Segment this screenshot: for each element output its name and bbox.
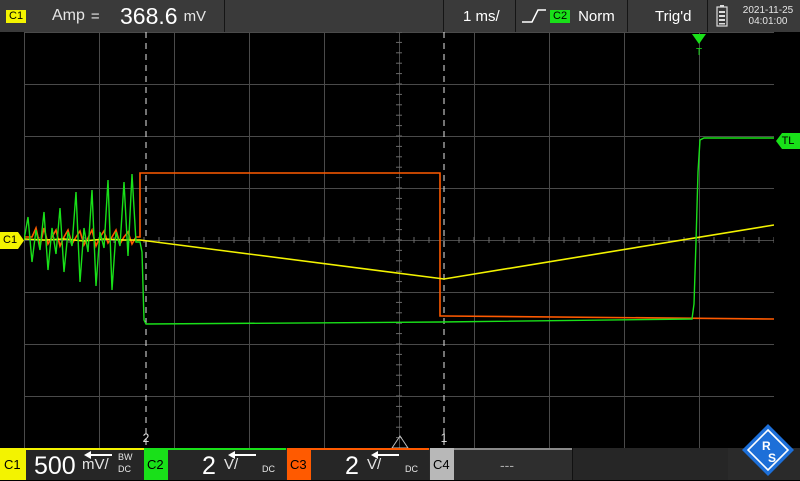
waveform-display[interactable]: T 2 1 (24, 32, 774, 448)
ch4-badge[interactable]: C4 (430, 448, 454, 480)
timebase-control[interactable]: 1 ms/ (463, 0, 500, 32)
ch3-arrow-icon (371, 451, 399, 459)
ch4-value: --- (500, 457, 514, 473)
rising-edge-icon (522, 9, 546, 23)
measurement-label[interactable]: Amp = (52, 0, 100, 32)
ch1-badge[interactable]: C1 (0, 448, 26, 480)
measurement-channel-label: C1 (6, 9, 27, 23)
battery-icon (716, 5, 728, 27)
trigger-status[interactable]: Trig'd (655, 0, 691, 32)
divider (443, 0, 444, 32)
trigger-setup[interactable]: C2 Norm (520, 0, 615, 32)
empty-slot (572, 448, 728, 480)
trigger-level-label[interactable]: TL (776, 133, 800, 149)
trigger-state: Trig'd (655, 7, 692, 25)
divider (224, 0, 225, 32)
ch1-coupling: DC (118, 464, 131, 474)
ch3-badge[interactable]: C3 (287, 448, 311, 480)
ch3-coupling: DC (405, 464, 418, 474)
ch2-coupling: DC (262, 464, 275, 474)
top-status-bar: C1 Amp = 368.6 mV 1 ms/ C2 Norm Trig'd 2… (0, 0, 800, 32)
svg-text:T: T (696, 47, 702, 58)
divider (627, 0, 628, 32)
ch2-arrow-icon (228, 451, 256, 459)
timebase-value: 1 ms/ (463, 7, 500, 25)
date-text: 2021-11-25 (742, 5, 794, 16)
cursor-a-label[interactable]: 2 (143, 431, 150, 445)
measurement-unit: mV (183, 7, 207, 25)
ch3-scale: 2 (345, 452, 359, 480)
measurement-value: 368.6 (120, 2, 178, 29)
rohde-schwarz-logo-icon[interactable]: R S (740, 422, 796, 478)
ch1-arrow-icon (84, 451, 112, 459)
ch1-offset-marker[interactable]: C1 (0, 232, 24, 249)
date-time: 2021-11-25 04:01:00 (738, 0, 798, 32)
measurement-channel-badge[interactable]: C1 (6, 0, 27, 32)
trigger-mode: Norm (578, 7, 615, 25)
battery-status (716, 0, 728, 32)
ch1-scale: 500 (34, 452, 76, 480)
measurement-readout: 368.6 mV (120, 0, 206, 32)
cursor-b-label[interactable]: 1 (441, 431, 448, 445)
divider (707, 0, 708, 32)
measurement-equals: = (90, 7, 100, 25)
time-text: 04:01:00 (748, 16, 788, 27)
trigger-source-badge: C2 (550, 9, 571, 23)
ch1-bw-flag: BW (118, 452, 133, 462)
svg-text:S: S (768, 451, 776, 465)
ch2-scale: 2 (202, 452, 216, 480)
divider (515, 0, 516, 32)
ch2-badge[interactable]: C2 (144, 448, 168, 480)
